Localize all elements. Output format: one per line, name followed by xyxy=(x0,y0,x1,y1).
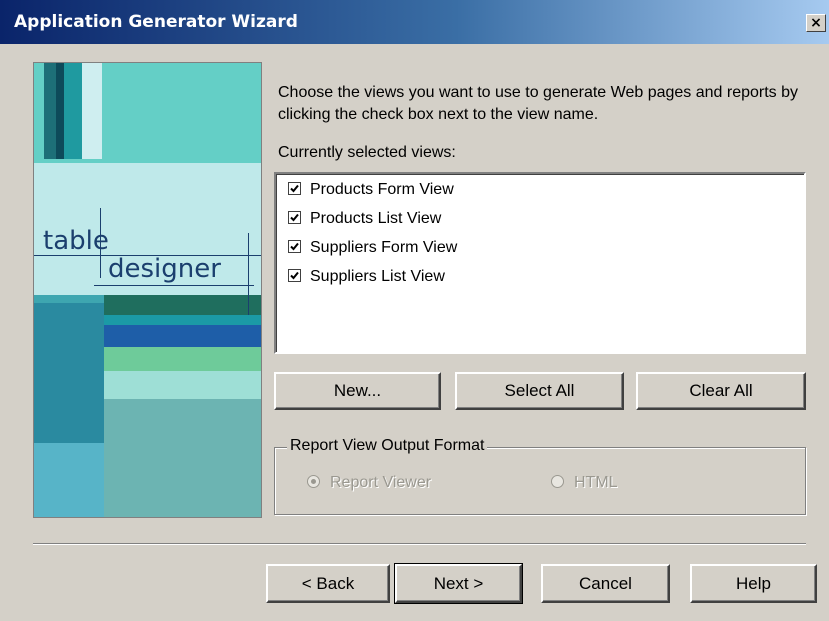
clear-all-button[interactable]: Clear All xyxy=(636,372,806,410)
help-button[interactable]: Help xyxy=(690,564,817,603)
checkbox[interactable] xyxy=(288,269,301,282)
list-item[interactable]: Products List View xyxy=(288,208,441,230)
cancel-button[interactable]: Cancel xyxy=(541,564,670,603)
close-button[interactable]: × xyxy=(806,14,826,32)
list-item[interactable]: Products Form View xyxy=(288,179,454,201)
radio-label: HTML xyxy=(574,474,618,491)
title-bar[interactable]: Application Generator Wizard × xyxy=(0,0,829,44)
table-designer-banner: table designer xyxy=(33,62,262,518)
radio-html: HTML xyxy=(551,474,618,492)
radio-unselected-icon xyxy=(551,475,564,488)
window-title: Application Generator Wizard xyxy=(14,12,298,32)
separator xyxy=(33,543,806,545)
view-label: Products Form View xyxy=(310,181,454,198)
view-label: Suppliers List View xyxy=(310,268,445,285)
output-format-legend: Report View Output Format xyxy=(287,437,488,455)
radio-report-viewer: Report Viewer xyxy=(307,474,431,492)
views-list[interactable]: Products Form View Products List View Su… xyxy=(274,172,806,354)
banner-word-table: table xyxy=(43,226,109,256)
instructions-text: Choose the views you want to use to gene… xyxy=(278,84,799,123)
views-label: Currently selected views: xyxy=(278,144,456,161)
banner-word-designer: designer xyxy=(108,254,221,284)
list-item[interactable]: Suppliers List View xyxy=(288,266,445,288)
output-format-group: Report View Output Format Report Viewer … xyxy=(274,437,806,515)
radio-selected-icon xyxy=(307,475,320,488)
back-button[interactable]: < Back xyxy=(266,564,390,603)
checkbox[interactable] xyxy=(288,182,301,195)
checkbox[interactable] xyxy=(288,211,301,224)
list-item[interactable]: Suppliers Form View xyxy=(288,237,457,259)
radio-label: Report Viewer xyxy=(330,474,432,491)
view-label: Products List View xyxy=(310,210,442,227)
new-button[interactable]: New... xyxy=(274,372,441,410)
select-all-button[interactable]: Select All xyxy=(455,372,624,410)
wizard-dialog: Application Generator Wizard × table des… xyxy=(0,0,829,621)
view-label: Suppliers Form View xyxy=(310,239,458,256)
checkbox[interactable] xyxy=(288,240,301,253)
close-icon: × xyxy=(810,15,822,31)
next-button[interactable]: Next > xyxy=(394,563,523,604)
